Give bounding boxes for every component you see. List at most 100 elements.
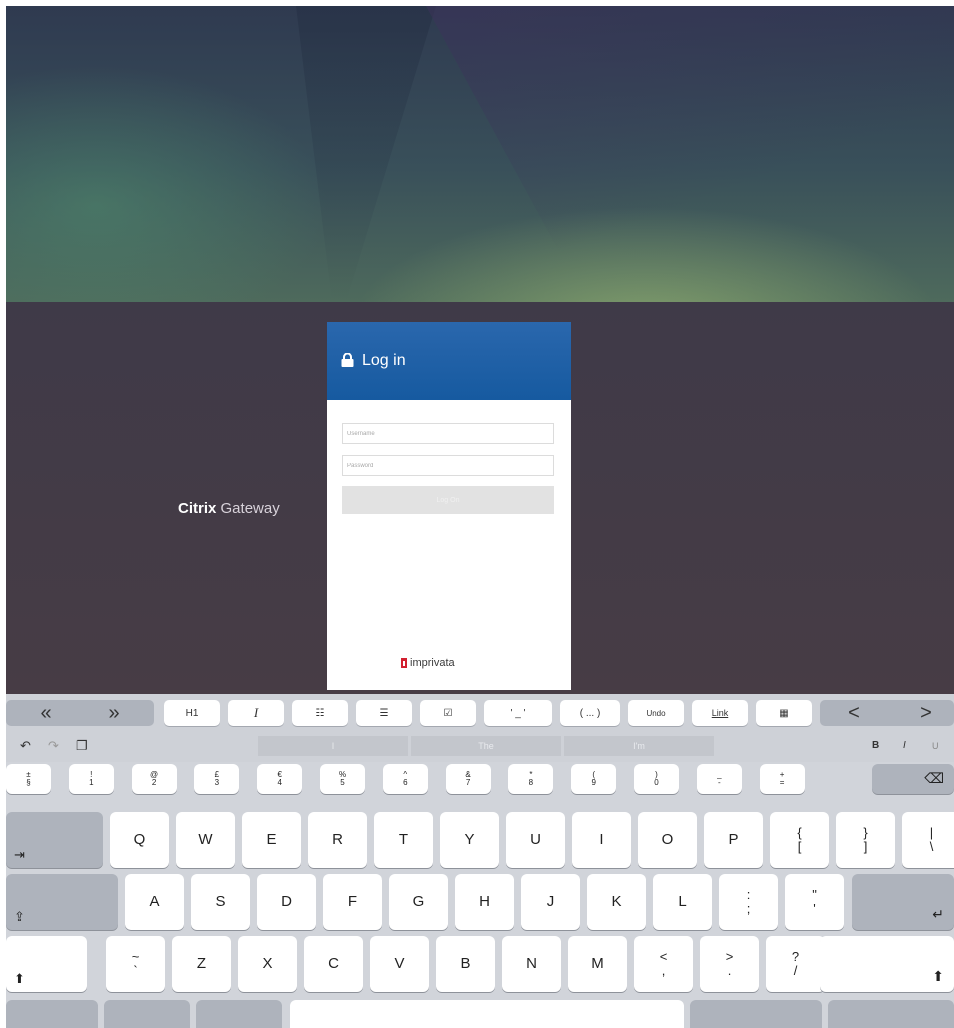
key-r[interactable]: R [308,812,367,868]
undo-icon[interactable]: ↶ [20,738,31,754]
history-forward-button[interactable]: » [84,700,144,726]
key-sym-q-0[interactable]: {[ [770,812,829,868]
key-symbol-bottom: 0 [654,778,659,787]
key-2[interactable]: @2 [131,764,177,794]
key--[interactable]: _ - [696,764,742,794]
italic-button[interactable]: I [228,700,284,726]
key-0[interactable]: ) 0 [634,764,679,794]
key-§[interactable]: ± § [6,764,51,794]
key-sym-z-2[interactable]: ? / [766,936,825,992]
key-v[interactable]: V [370,936,429,992]
key-x[interactable]: X [238,936,297,992]
key-h[interactable]: H [455,874,514,930]
key-c[interactable]: C [304,936,363,992]
undo-text-button[interactable]: Undo [628,700,684,726]
key-7[interactable]: & 7 [445,764,491,794]
key-label: N [526,955,537,973]
key-3[interactable]: £3 [194,764,240,794]
bullet-list-button[interactable]: ☷ [292,700,348,726]
background-sky [6,6,954,302]
key-u[interactable]: U [506,812,565,868]
number-mode-key[interactable] [104,1000,190,1028]
key-o[interactable]: O [638,812,697,868]
key-9[interactable]: (9 [571,764,617,794]
key-a[interactable]: A [125,874,184,930]
key-s[interactable]: S [191,874,250,930]
key-e[interactable]: E [242,812,301,868]
key-sym-z-0[interactable]: <, [634,936,693,992]
number-mode-key-right[interactable] [690,1000,822,1028]
paste-icon[interactable]: ❐ [76,738,88,754]
key-i[interactable]: I [572,812,631,868]
key-z[interactable]: Z [172,936,231,992]
caps-lock-key[interactable]: ⇪ [6,874,118,930]
key-g[interactable]: G [389,874,448,930]
prediction-1[interactable]: I [258,736,408,756]
key-p[interactable]: P [704,812,763,868]
italic-icon[interactable]: I [903,740,906,751]
key-q[interactable]: Q [110,812,169,868]
key-symbol-bottom: ] [863,839,868,854]
key-symbol-bottom: [ [797,839,802,854]
key-f[interactable]: F [323,874,382,930]
key-symbol-bottom: § [26,778,31,787]
table-button[interactable]: ▦ [756,700,812,726]
key-j[interactable]: J [521,874,580,930]
underline-icon[interactable]: U [932,741,939,751]
link-button[interactable]: Link [692,700,748,726]
key-symbol-bottom: ' [813,901,816,916]
username-field[interactable] [342,423,554,444]
keyboard-dismiss-key[interactable] [828,1000,954,1028]
key-sym-z-1[interactable]: >. [700,936,759,992]
key-y[interactable]: Y [440,812,499,868]
left-shift-key[interactable]: ⬆ [6,936,87,992]
return-key[interactable]: ↵ [852,874,954,930]
key-symbol-bottom: , [661,963,666,978]
previous-field-button[interactable]: < [826,700,882,726]
key-5[interactable]: % 5 [320,764,365,794]
dictation-key[interactable] [196,1000,282,1028]
prediction-2[interactable]: The [411,736,561,756]
globe-key[interactable] [6,1000,98,1028]
key-k[interactable]: K [587,874,646,930]
key-m[interactable]: M [568,936,627,992]
predictive-bar: ↶ ↷ ❐ I The I'm B I U [6,732,954,762]
key-1[interactable]: ! 1 [68,764,114,794]
key-t[interactable]: T [374,812,433,868]
key-symbol-top: " [812,887,817,903]
key-sym-a-0[interactable]: :; [719,874,778,930]
key-4[interactable]: €4 [257,764,303,794]
prediction-3[interactable]: I'm [564,736,714,756]
key-label: A [149,893,160,911]
tab-icon: ⇥ [14,847,25,863]
key-sym-q-1[interactable]: }] [836,812,895,868]
key-w[interactable]: W [176,812,235,868]
delete-key[interactable]: ⌫ [872,764,954,794]
next-field-button[interactable]: > [898,700,954,726]
login-button[interactable]: Log On [342,486,554,514]
redo-icon[interactable]: ↷ [48,738,59,754]
heading-button[interactable]: H1 [164,700,220,726]
key-sym-q-2[interactable]: | \ [902,812,954,868]
key-d[interactable]: D [257,874,316,930]
parentheses-button[interactable]: ( ... ) [560,700,620,726]
key-8[interactable]: * 8 [508,764,554,794]
quote-button[interactable]: ' _ ' [484,700,552,726]
numbered-list-button[interactable]: ☰ [356,700,412,726]
background-wedge [296,6,436,302]
key-6[interactable]: ^ 6 [382,764,428,794]
key-sym-a-1[interactable]: " ' [785,874,844,930]
key-=[interactable]: + = [759,764,805,794]
history-back-button[interactable]: « [16,700,76,726]
tab-key[interactable]: ⇥ [6,812,103,868]
right-shift-key[interactable]: ⬆ [820,936,954,992]
password-field[interactable] [342,455,554,476]
space-bar[interactable] [290,1000,684,1028]
key-backtick[interactable]: ~ ` [106,936,165,992]
bold-icon[interactable]: B [872,740,879,751]
key-l[interactable]: L [653,874,712,930]
checkbox-button[interactable]: ☑ [420,700,476,726]
key-symbol-bottom: - [717,778,721,787]
key-b[interactable]: B [436,936,495,992]
key-n[interactable]: N [502,936,561,992]
